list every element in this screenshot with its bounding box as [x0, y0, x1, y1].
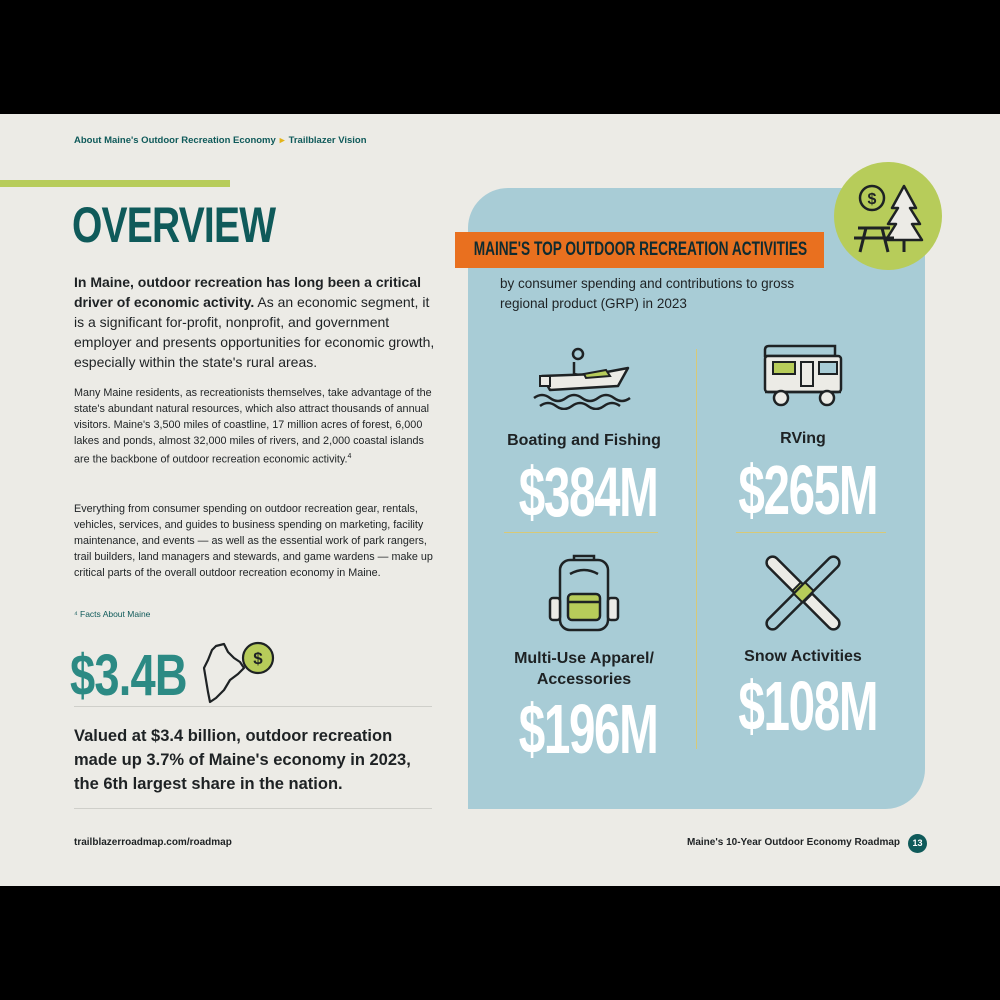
report-page: About Maine's Outdoor Recreation Economy… [0, 114, 1000, 886]
footnote-marker[interactable]: 4 [347, 453, 351, 460]
activity-value: $196M [518, 690, 659, 768]
activity-label: RVing [780, 430, 826, 447]
backpack-icon [548, 554, 620, 632]
activity-value: $265M [738, 451, 878, 529]
outdoor-economy-badge: $ [834, 162, 942, 270]
panel-subtitle: by consumer spending and contributions t… [500, 276, 795, 311]
banner-title: MAINE'S TOP OUTDOOR RECREATION ACTIVITIE… [473, 239, 808, 260]
page-number: 13 [908, 834, 927, 853]
breadcrumb-separator: ▸ [279, 135, 285, 146]
breadcrumb-item-1[interactable]: About Maine's Outdoor Recreation Economy [74, 135, 276, 146]
page-title: OVERVIEW [72, 197, 276, 253]
tree-picnic-dollar-icon: $ [854, 184, 924, 253]
activity-apparel: Multi-Use Apparel/ Accessories $196M [488, 554, 680, 764]
body-paragraph-1: Many Maine residents, as recreationists … [74, 385, 436, 468]
activity-value: $384M [518, 453, 659, 531]
highlight-value: $3.4B [70, 643, 188, 708]
grid-divider-left [504, 532, 658, 533]
accent-bar [0, 180, 230, 187]
activity-rving: RVing $265M [708, 342, 898, 525]
activity-label: Boating and Fishing [507, 432, 661, 449]
activity-label: Snow Activities [744, 648, 862, 665]
breadcrumb: About Maine's Outdoor Recreation Economy… [74, 135, 367, 146]
breadcrumb-item-2[interactable]: Trailblazer Vision [289, 135, 367, 146]
paragraph-1-text: Many Maine residents, as recreationists … [74, 387, 432, 466]
grid-divider-right [736, 532, 886, 533]
divider-top [74, 706, 432, 707]
svg-text:$: $ [868, 191, 877, 208]
activity-label: Multi-Use Apparel/ Accessories [514, 650, 654, 688]
highlight-statement: Valued at $3.4 billion, outdoor recreati… [74, 727, 411, 793]
footer-url[interactable]: trailblazerroadmap.com/roadmap [74, 837, 232, 848]
activity-snow: Snow Activities $108M [708, 550, 898, 741]
divider-bottom [74, 808, 432, 809]
activity-value: $108M [738, 667, 878, 745]
activities-banner: MAINE'S TOP OUTDOOR RECREATION ACTIVITIE… [455, 232, 824, 268]
footer-title: Maine's 10-Year Outdoor Economy Roadmap [687, 837, 900, 848]
boat-icon [533, 347, 631, 410]
intro-paragraph: In Maine, outdoor recreation has long be… [74, 272, 436, 372]
maine-dollar-icon: $ [202, 641, 275, 704]
rv-icon [763, 344, 843, 407]
body-paragraph-2: Everything from consumer spending on out… [74, 503, 433, 579]
grid-divider-vertical [696, 349, 697, 749]
footnote: ⁴ Facts About Maine [74, 609, 151, 619]
activity-boating: Boating and Fishing $384M [488, 346, 680, 527]
skis-icon [765, 555, 841, 631]
svg-text:$: $ [253, 649, 263, 668]
